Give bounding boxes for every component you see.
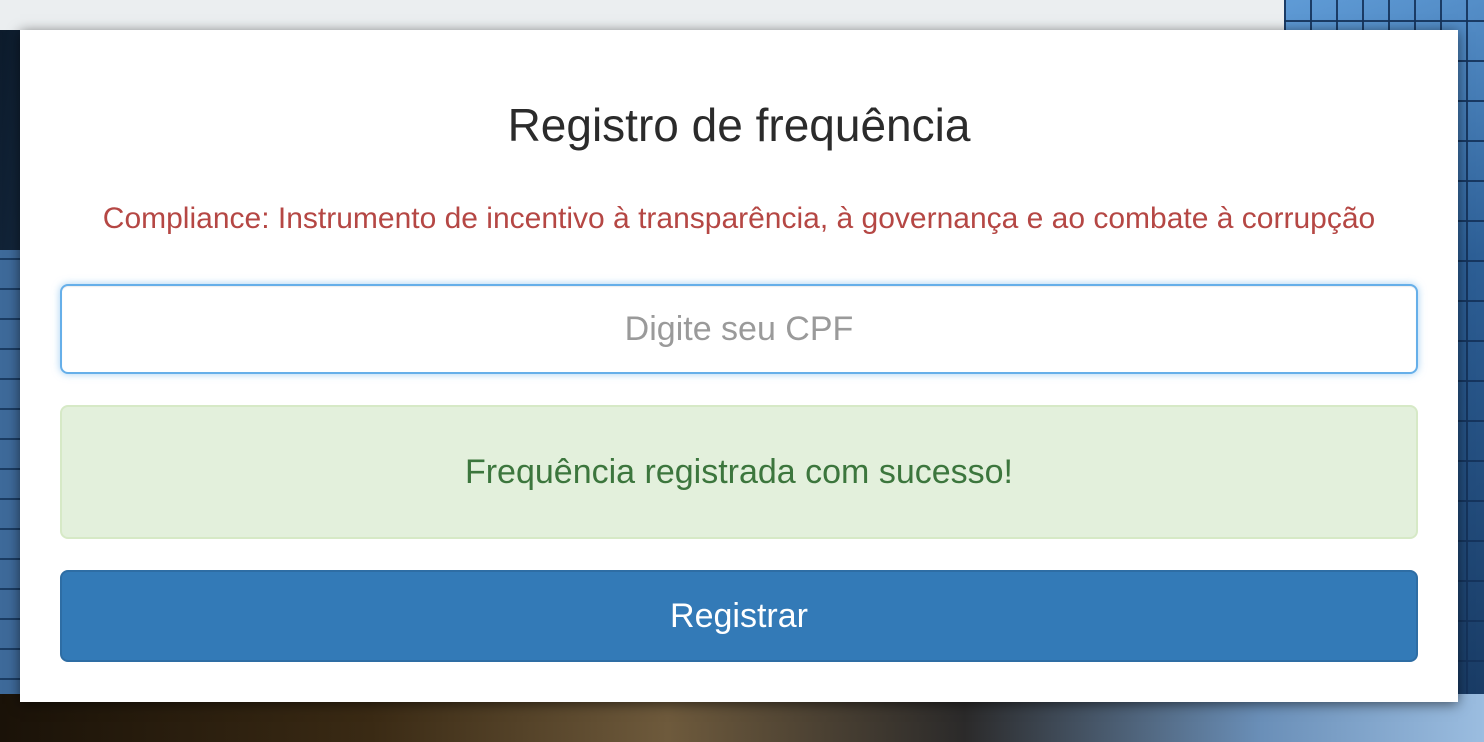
success-alert: Frequência registrada com sucesso! — [60, 405, 1418, 539]
page-title: Registro de frequência — [507, 99, 971, 151]
cpf-input[interactable] — [60, 284, 1418, 374]
register-button[interactable]: Registrar — [60, 570, 1418, 662]
success-message: Frequência registrada com sucesso! — [464, 452, 1014, 491]
compliance-subtitle: Compliance: Instrumento de incentivo à t… — [102, 202, 1376, 235]
background-building-left — [0, 250, 20, 710]
attendance-card: Registro de frequência Compliance: Instr… — [20, 30, 1458, 702]
